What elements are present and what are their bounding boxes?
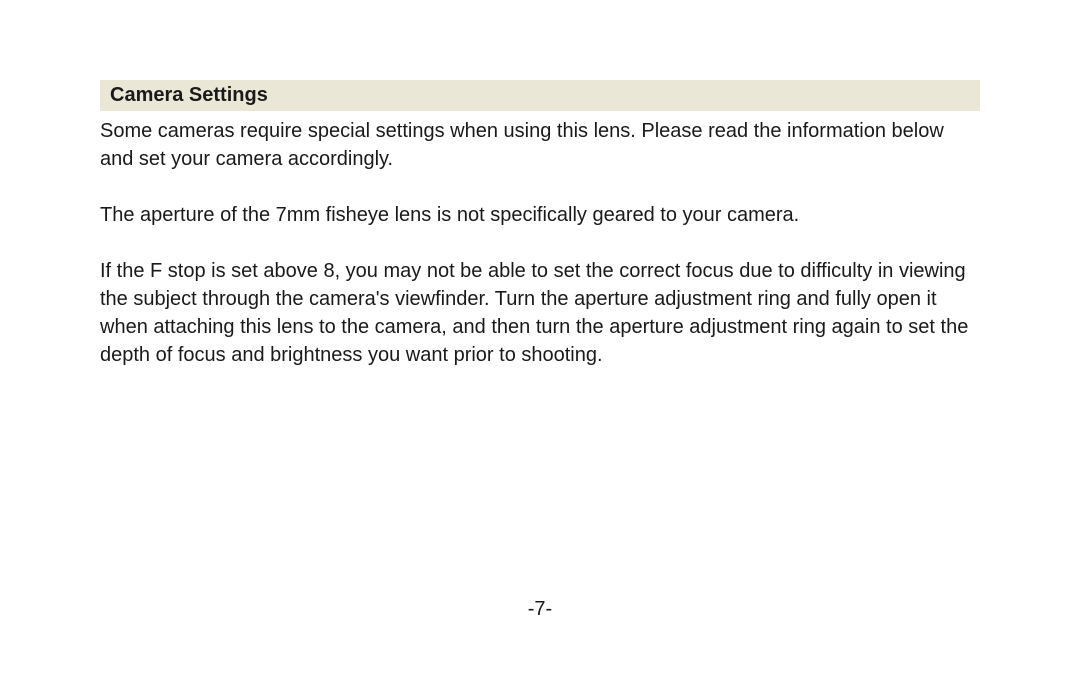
paragraph-intro: Some cameras require special settings wh… [100,117,980,173]
paragraph-aperture: The aperture of the 7mm fisheye lens is … [100,201,980,229]
paragraph-fstop: If the F stop is set above 8, you may no… [100,257,980,369]
section-header: Camera Settings [100,80,980,111]
page-number: -7- [0,598,1080,621]
